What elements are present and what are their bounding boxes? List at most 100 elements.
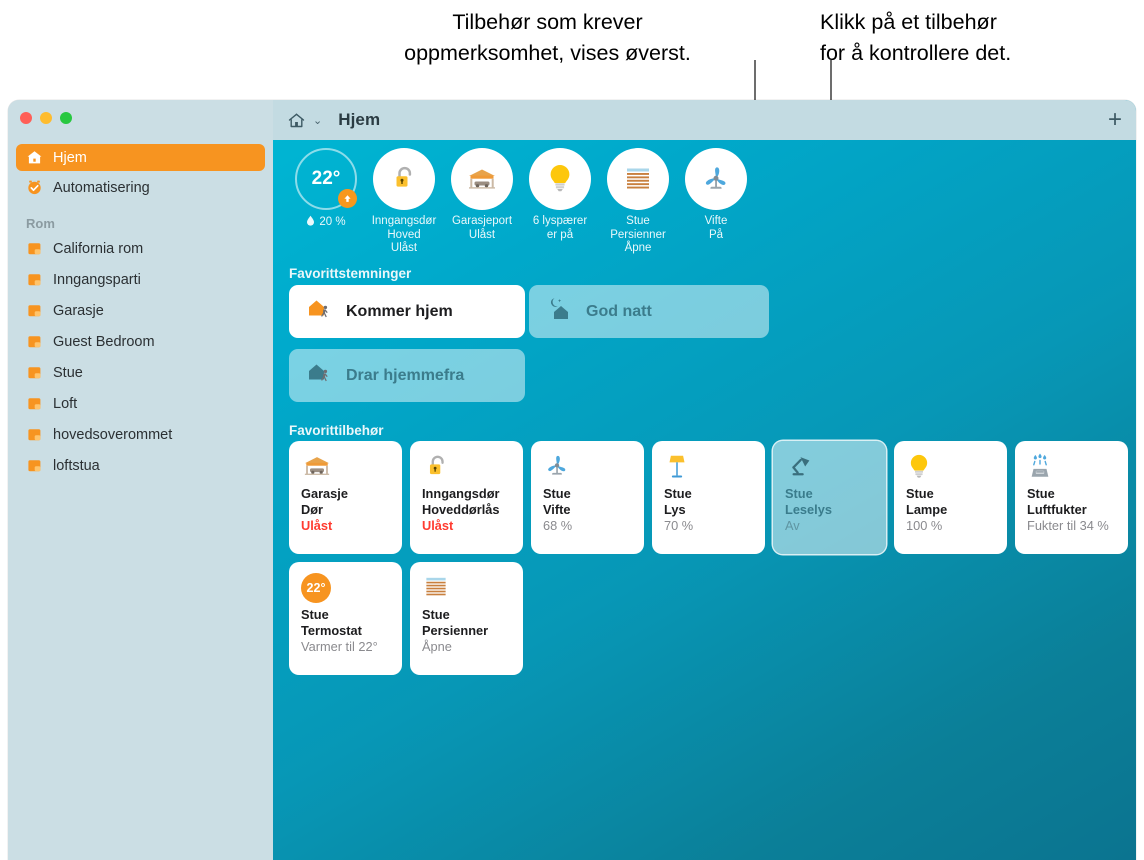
lightbulb-icon <box>529 148 591 210</box>
accessory-card-inngangsdor-hoveddorlas[interactable]: Inngangsdør Hoveddørlås Ulåst <box>410 441 523 554</box>
accessory-line-2: Hoveddørlås <box>422 502 513 518</box>
lightbulb-icon <box>906 452 997 486</box>
room-icon <box>26 395 43 412</box>
scene-drar-hjemmefra[interactable]: Drar hjemmefra <box>289 349 525 402</box>
main-content: ⌄ Hjem + 22° 20 % <box>273 100 1136 860</box>
accessory-line-2: Lys <box>664 502 755 518</box>
status-caption: Inngangsdør HovedUlåst <box>365 215 443 256</box>
scene-god-natt[interactable]: God natt <box>529 285 769 338</box>
accessory-line-1: Stue <box>543 486 634 502</box>
accessory-card-stue-lys[interactable]: Stue Lys 70 % <box>652 441 765 554</box>
sidebar-item-garasje[interactable]: Garasje <box>16 297 265 324</box>
accessory-card-stue-leselys[interactable]: Stue Leselys Av <box>773 441 886 554</box>
sidebar-item-loftstua[interactable]: loftstua <box>16 452 265 479</box>
status-line-2: Ulåst <box>391 242 417 254</box>
status-line-1: Stue Persienner <box>610 215 666 241</box>
sidebar-item-hovedsoverommet[interactable]: hovedsoverommet <box>16 421 265 448</box>
accessory-line-1: Stue <box>785 486 876 502</box>
accessory-card-garasje-dor[interactable]: Garasje Dør Ulåst <box>289 441 402 554</box>
minimize-button[interactable] <box>40 112 52 124</box>
accessory-line-1: Stue <box>906 486 997 502</box>
accessory-status: Ulåst <box>301 518 392 534</box>
garage-icon <box>301 452 392 486</box>
temperature-value: 22° <box>312 168 341 190</box>
humidity-caption: 20 % <box>306 215 345 231</box>
accessory-line-1: Stue <box>1027 486 1118 502</box>
close-button[interactable] <box>20 112 32 124</box>
status-line-2: Åpne <box>625 242 652 254</box>
sidebar-item-hjem[interactable]: Hjem <box>16 144 265 171</box>
scene-label: Drar hjemmefra <box>346 367 464 385</box>
status-line-1: Garasjeport <box>452 215 512 227</box>
floor-lamp-icon <box>664 452 755 486</box>
status-stue-persienner[interactable]: Stue PersiennerÅpne <box>599 148 677 256</box>
accessory-card-stue-lampe[interactable]: Stue Lampe 100 % <box>894 441 1007 554</box>
garage-icon <box>451 148 513 210</box>
status-inngangsdor-hoved[interactable]: Inngangsdør HovedUlåst <box>365 148 443 256</box>
sidebar-item-california-rom[interactable]: California rom <box>16 235 265 262</box>
status-caption: ViftePå <box>705 215 728 242</box>
accessory-line-2: Dør <box>301 502 392 518</box>
accessory-line-1: Stue <box>301 607 392 623</box>
sidebar-item-label: loftstua <box>53 458 100 474</box>
zoom-button[interactable] <box>60 112 72 124</box>
house-outline-icon[interactable] <box>287 111 306 130</box>
status-lyspaerer[interactable]: 6 lyspærerer på <box>521 148 599 256</box>
accessory-line-1: Inngangsdør <box>422 486 513 502</box>
status-line-2: er på <box>547 229 573 241</box>
status-vifte[interactable]: ViftePå <box>677 148 755 256</box>
status-line-2: Ulåst <box>469 229 495 241</box>
humidity-drop-icon <box>306 215 315 231</box>
accessory-status: 100 % <box>906 518 997 534</box>
accessory-status: 68 % <box>543 518 634 534</box>
accessory-line-1: Garasje <box>301 486 392 502</box>
sidebar-item-loft[interactable]: Loft <box>16 390 265 417</box>
accessory-line-2: Lampe <box>906 502 997 518</box>
house-person-teal-icon <box>306 360 334 391</box>
arrow-up-icon <box>338 189 357 208</box>
status-line-1: Vifte <box>705 215 728 227</box>
callout-text-click-accessory: Klikk på et tilbehør for å kontrollere d… <box>820 7 1110 69</box>
fan-icon <box>543 452 634 486</box>
blinds-icon <box>607 148 669 210</box>
sidebar-item-automatisering[interactable]: Automatisering <box>16 174 265 201</box>
section-title-scenes: Favorittstemninger <box>289 266 411 281</box>
status-summary-row: 22° 20 % Inngan <box>287 148 755 256</box>
sidebar-item-label: Guest Bedroom <box>53 334 155 350</box>
blinds-icon <box>422 573 513 607</box>
sidebar-item-label: Stue <box>53 365 83 381</box>
room-icon <box>26 426 43 443</box>
section-title-accessories: Favorittilbehør <box>289 423 384 438</box>
accessory-card-stue-luftfukter[interactable]: Stue Luftfukter Fukter til 34 % <box>1015 441 1128 554</box>
toolbar: ⌄ Hjem + <box>273 100 1136 140</box>
automation-clock-icon <box>26 179 43 196</box>
room-icon <box>26 457 43 474</box>
chevron-down-icon[interactable]: ⌄ <box>313 114 322 127</box>
sidebar-item-label: hovedsoverommet <box>53 427 172 443</box>
status-temperature[interactable]: 22° 20 % <box>287 148 365 256</box>
accessory-line-2: Leselys <box>785 502 876 518</box>
accessory-card-stue-termostat[interactable]: 22° Stue Termostat Varmer til 22° <box>289 562 402 675</box>
status-caption: Garasjeport Ulåst <box>452 215 512 242</box>
status-garasjeport[interactable]: Garasjeport Ulåst <box>443 148 521 256</box>
scene-kommer-hjem[interactable]: Kommer hjem <box>289 285 525 338</box>
humidifier-icon <box>1027 452 1118 486</box>
status-caption: 6 lyspærerer på <box>533 215 587 242</box>
sidebar-item-guest-bedroom[interactable]: Guest Bedroom <box>16 328 265 355</box>
sidebar-item-stue[interactable]: Stue <box>16 359 265 386</box>
sidebar-list: Hjem Automatisering Rom California rom I… <box>8 144 273 483</box>
fan-icon <box>685 148 747 210</box>
sidebar-item-label: Garasje <box>53 303 104 319</box>
sidebar-item-label: Hjem <box>53 150 87 166</box>
accessory-status: Varmer til 22° <box>301 639 392 655</box>
accessory-card-stue-persienner[interactable]: Stue Persienner Åpne <box>410 562 523 675</box>
accessory-status: Fukter til 34 % <box>1027 518 1118 534</box>
accessory-status: Åpne <box>422 639 513 655</box>
house-person-orange-icon <box>306 296 334 327</box>
scene-label: Kommer hjem <box>346 303 453 321</box>
lock-open-icon <box>373 148 435 210</box>
add-button[interactable]: + <box>1108 108 1122 132</box>
room-icon <box>26 364 43 381</box>
sidebar-item-inngangsparti[interactable]: Inngangsparti <box>16 266 265 293</box>
accessory-card-stue-vifte[interactable]: Stue Vifte 68 % <box>531 441 644 554</box>
